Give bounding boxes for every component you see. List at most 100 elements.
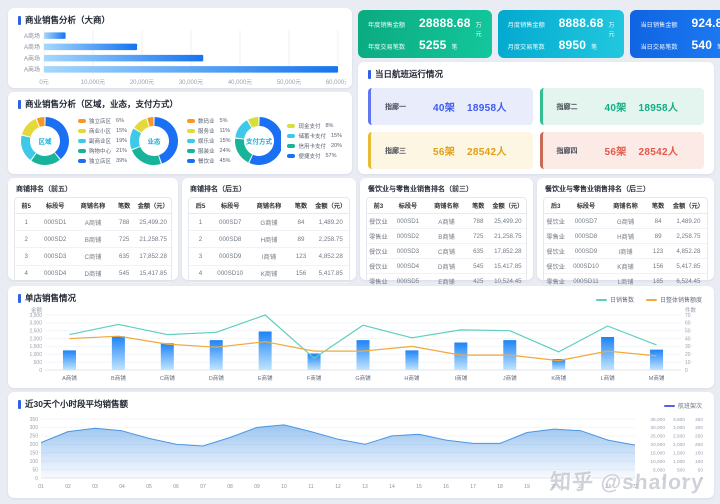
legend-item[interactable]: 信用卡支付20% [287, 142, 342, 150]
svg-text:250: 250 [30, 434, 39, 440]
svg-text:件数: 件数 [685, 306, 697, 314]
table-header-row: 前3标段号商铺名称笔数金额（元） [367, 198, 526, 214]
svg-text:50: 50 [698, 467, 704, 473]
legend-label: 餐饮业 [198, 157, 215, 165]
donut-region: 区域独立店区6%商业小区15%副商业区19%购物中心21%独立店区39% [18, 114, 127, 168]
mall-bar-svg: 0元10,000元20,000元30,000元40,000元50,000元60,… [14, 27, 346, 87]
svg-text:350: 350 [695, 417, 703, 423]
legend-item[interactable]: 现金支付8% [287, 122, 342, 130]
business-donut-svg: 业态 [127, 114, 181, 168]
stat-value: 28888.68 [419, 16, 471, 30]
table-cell: 餐饮业 [367, 214, 390, 229]
hourly-area-chart: 0000505,0005005010010,0001,00010015015,0… [8, 411, 714, 496]
legend-item[interactable]: 餐饮业45% [187, 157, 231, 165]
table-cell: 84 [646, 214, 669, 229]
legend-item[interactable]: 独立店区39% [78, 157, 127, 165]
legend-swatch [187, 139, 195, 143]
legend-swatch-indigo [664, 405, 675, 407]
legend-swatch [187, 119, 195, 123]
legend-item[interactable]: 副商业区19% [78, 137, 127, 145]
legend-item[interactable]: 娱乐业15% [187, 137, 231, 145]
stat-row: 当日销售金额924.85万元 [640, 16, 720, 38]
table-cell: G商铺 [248, 214, 289, 231]
table-cell: G商铺 [605, 214, 647, 229]
legend-swatch-teal [596, 299, 607, 301]
table-cell: 餐饮业 [544, 259, 567, 274]
store-sales-combo-chart: 00500101,000201,500302,000402,500503,000… [8, 305, 714, 388]
legend-item[interactable]: 数码业5% [187, 117, 231, 125]
legend-swatch [187, 149, 195, 153]
svg-text:H商铺: H商铺 [404, 374, 419, 382]
svg-text:60,000元: 60,000元 [326, 79, 346, 86]
table-cell: C商铺 [73, 248, 113, 265]
svg-text:07: 07 [200, 484, 206, 490]
table-cell: 4 [189, 265, 212, 282]
legend-swatch [287, 134, 295, 138]
svg-text:10,000: 10,000 [650, 459, 665, 465]
column-header: 商铺名称 [73, 198, 113, 214]
svg-text:G商铺: G商铺 [355, 374, 371, 382]
svg-text:100: 100 [30, 459, 39, 465]
title-accent-bar [18, 100, 21, 109]
table-cell: D商铺 [73, 265, 113, 282]
legend-label: 商业小区 [89, 127, 111, 135]
svg-text:2,000: 2,000 [29, 336, 42, 342]
table-row: 餐饮业000SD9I商铺1234,852.28 [544, 244, 707, 259]
store-sales-legend: 日销售数 日整体销售额度 [596, 295, 702, 305]
svg-text:2,000: 2,000 [673, 442, 685, 448]
legend-item[interactable]: 独立店区6% [78, 117, 127, 125]
svg-text:50: 50 [685, 329, 691, 335]
table-cell: 000SD3 [37, 248, 73, 265]
flight-status-card: 当日航班运行情况 指廊一40架18958人指廊二40架18958人指廊三56架2… [358, 62, 714, 174]
svg-text:15,000: 15,000 [650, 451, 665, 457]
legend-item[interactable]: 便捷支付57% [287, 152, 342, 160]
svg-text:19: 19 [524, 484, 530, 490]
table-cell: 545 [467, 259, 490, 274]
pier-label: 指廊四 [557, 146, 593, 156]
pier-label: 指廊二 [557, 102, 593, 112]
table-cell: 89 [290, 231, 313, 248]
table-cell: 17,852.28 [490, 244, 526, 259]
legend-item[interactable]: 服装业24% [187, 147, 231, 155]
table-cell: 000SD4 [390, 259, 426, 274]
svg-text:0: 0 [662, 476, 665, 482]
table-cell: K商铺 [605, 259, 647, 274]
section-title-flights: 当日航班运行情况 [358, 62, 714, 81]
svg-text:A商场: A商场 [24, 54, 40, 62]
svg-text:18: 18 [497, 484, 503, 490]
table-cell: 21,258.75 [135, 231, 171, 248]
flight-pill-green: 指廊二40架18958人 [540, 88, 705, 125]
legend-item-daily-amount[interactable]: 日整体销售额度 [646, 295, 702, 304]
svg-text:3,000: 3,000 [673, 425, 685, 431]
legend-swatch [78, 119, 86, 123]
legend-item-flights[interactable]: 航班架次 [664, 401, 702, 410]
legend-label: 独立店区 [89, 117, 111, 125]
column-header: 前3 [367, 198, 390, 214]
legend-item[interactable]: 商业小区15% [78, 127, 127, 135]
legend-item[interactable]: 服务业11% [187, 127, 231, 135]
table-row: 4000SD10K商铺1565,417.85 [189, 265, 349, 282]
pier-label: 指廊一 [385, 102, 421, 112]
table-header-row: 后3标段号商铺名称笔数金额（元） [544, 198, 707, 214]
stat-value: 5255 [419, 38, 447, 52]
stat-label: 年度交易笔数 [368, 42, 414, 51]
stat-value: 540 [691, 38, 712, 52]
table-cell: 2,258.75 [312, 231, 349, 248]
legend-item-daily-count[interactable]: 日销售数 [596, 295, 634, 304]
svg-text:K商铺: K商铺 [551, 374, 566, 382]
legend-item[interactable]: 储蓄卡支付15% [287, 132, 342, 140]
donuts-title: 商业销售分析（区域，业态，支付方式） [25, 98, 178, 110]
table-cell: 000SD10 [567, 259, 604, 274]
svg-text:09: 09 [254, 484, 260, 490]
section-title-mall-sales: 商业销售分析（大商） [8, 8, 352, 27]
column-header: 笔数 [646, 198, 669, 214]
table-cell: B商铺 [73, 231, 113, 248]
table-cell: 000SD3 [390, 244, 426, 259]
legend-percent: 19% [116, 138, 127, 144]
title-accent-bar [18, 294, 21, 303]
svg-text:0: 0 [700, 476, 703, 482]
legend-item[interactable]: 购物中心21% [78, 147, 127, 155]
svg-text:A商铺: A商铺 [62, 374, 77, 382]
shop-rank-top5-table: 前5标段号商铺名称笔数金额（元）1000SD1A商铺78825,499.2020… [14, 197, 172, 300]
svg-text:60: 60 [685, 321, 691, 327]
